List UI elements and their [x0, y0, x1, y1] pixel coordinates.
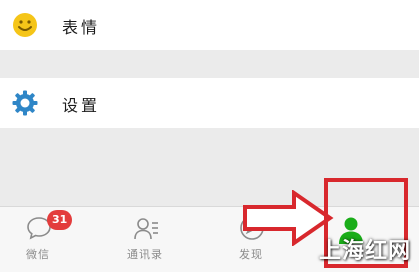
tab-chats-label: 微信	[26, 248, 50, 261]
tab-contacts[interactable]: 通讯录	[110, 207, 180, 272]
menu-item-settings-label: 设置	[62, 96, 101, 115]
menu-item-emoji-label: 表情	[62, 18, 101, 37]
tab-discover-label: 发现	[239, 248, 263, 261]
watermark-text: 上海红网	[318, 238, 411, 264]
menu-item-emoji[interactable]: 表情	[0, 0, 419, 50]
menu-item-settings[interactable]: 设置	[0, 78, 419, 128]
tab-contacts-label: 通讯录	[127, 248, 163, 261]
unread-badge: 31	[47, 210, 73, 230]
contacts-icon	[134, 218, 158, 240]
tab-chats[interactable]: 31 微信	[3, 207, 73, 272]
smiley-icon	[13, 13, 37, 37]
gear-icon	[12, 90, 38, 116]
